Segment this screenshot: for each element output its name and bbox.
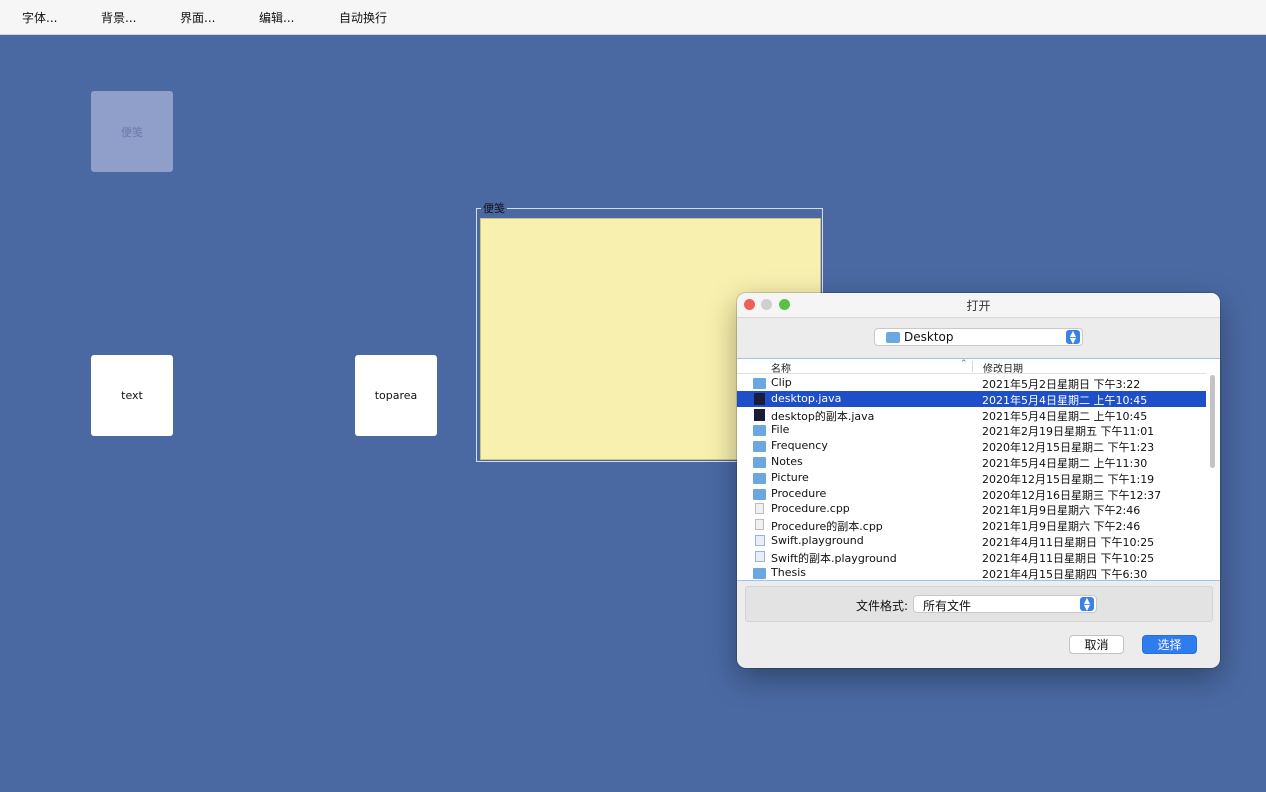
folder-icon [753, 567, 766, 579]
format-label: 文件格式: [856, 599, 909, 613]
open-dialog: 打开 Desktop ▲ ▼ 名称 ⌃ 修改日期 Clip 2021年5月2日星期日… [737, 293, 1220, 668]
file-date: 2021年5月4日星期二 上午10:45 [982, 409, 1148, 423]
file-row[interactable]: Swift.playground 2021年4月11日星期日 下午10:25 [737, 533, 1206, 549]
folder-icon [753, 488, 766, 500]
file-date: 2021年4月11日星期日 下午10:25 [982, 551, 1155, 565]
file-date: 2021年5月4日星期二 上午11:30 [982, 457, 1148, 470]
menu-bar: 字体... 背景... 界面... 编辑... 自动换行 [0, 0, 1266, 35]
format-select-value: 所有文件 [923, 599, 972, 613]
file-row[interactable]: Clip 2021年5月2日星期日 下午3:22 [737, 375, 1206, 391]
file-row[interactable]: desktop的副本.java 2021年5月4日星期二 上午10:45 [737, 407, 1206, 423]
choose-button[interactable]: 选择 [1142, 635, 1197, 654]
menu-font[interactable]: 字体... [22, 9, 57, 26]
dialog-title: 打开 [966, 299, 991, 313]
file-date: 2020年12月15日星期二 下午1:19 [982, 472, 1155, 486]
file-row[interactable]: Thesis 2021年4月15日星期四 下午6:30 [737, 565, 1206, 581]
file-row[interactable]: Picture 2020年12月15日星期二 下午1:19 [737, 470, 1206, 486]
file-date: 2020年12月15日星期二 下午1:23 [982, 441, 1155, 455]
menu-edit[interactable]: 编辑... [259, 9, 294, 26]
file-row[interactable]: File 2021年2月19日星期五 下午11:01 [737, 422, 1206, 438]
folder-icon [753, 457, 766, 468]
file-row[interactable]: Notes 2021年5月4日星期二 上午11:30 [737, 454, 1206, 470]
format-select[interactable]: 所有文件 ▲ ▼ [913, 595, 1097, 613]
column-header-name[interactable]: 名称 [771, 360, 791, 375]
select-stepper-icon: ▲ ▼ [1066, 330, 1080, 345]
file-row[interactable]: Swift的副本.playground 2021年4月11日星期日 下午10:25 [737, 549, 1206, 565]
select-stepper-icon: ▲ ▼ [1080, 597, 1094, 612]
folder-icon [753, 378, 766, 389]
cpp-file-icon [755, 519, 764, 531]
cpp-file-icon [755, 503, 764, 515]
file-date: 2021年4月11日星期日 下午10:25 [982, 536, 1155, 549]
file-name: desktop.java [771, 391, 842, 405]
file-name: Procedure [771, 486, 827, 500]
folder-icon [753, 472, 766, 484]
file-name: Swift.playground [771, 534, 864, 547]
file-row[interactable]: Frequency 2020年12月15日星期二 下午1:23 [737, 438, 1206, 454]
file-list-scrollbar[interactable] [1210, 375, 1215, 468]
file-date: 2021年5月2日星期日 下午3:22 [982, 378, 1141, 391]
file-row[interactable]: Procedure 2020年12月16日星期三 下午12:37 [737, 486, 1206, 502]
file-date: 2021年5月4日星期二 上午10:45 [982, 393, 1148, 407]
folder-icon [886, 332, 900, 343]
cancel-button[interactable]: 取消 [1069, 635, 1124, 654]
file-name: desktop的副本.java [771, 409, 875, 423]
file-date: 2021年2月19日星期五 下午11:01 [982, 425, 1155, 439]
location-label: Desktop [904, 330, 954, 344]
file-name: Frequency [771, 439, 828, 453]
file-name: Procedure.cpp [771, 502, 850, 516]
file-date: 2021年4月15日星期四 下午6:30 [982, 567, 1148, 581]
folder-icon [753, 425, 766, 437]
file-list: 名称 ⌃ 修改日期 Clip 2021年5月2日星期日 下午3:22 desktop… [737, 358, 1220, 581]
menu-auto-wrap[interactable]: 自动换行 [339, 9, 387, 26]
file-date: 2021年1月9日星期六 下午2:46 [982, 520, 1141, 534]
file-name: Notes [771, 455, 803, 468]
column-divider[interactable] [972, 361, 973, 372]
file-date: 2020年12月16日星期三 下午12:37 [982, 488, 1162, 502]
file-name: File [771, 423, 790, 437]
file-name: Swift的副本.playground [771, 551, 897, 565]
file-row[interactable]: Procedure.cpp 2021年1月9日星期六 下午2:46 [737, 501, 1206, 517]
toparea-tile[interactable]: toparea [355, 355, 437, 436]
file-row[interactable]: desktop.java 2021年5月4日星期二 上午10:45 [737, 390, 1206, 407]
sort-ascending-icon: ⌃ [960, 359, 968, 369]
file-row[interactable]: Procedure的副本.cpp 2021年1月9日星期六 下午2:46 [737, 517, 1206, 533]
file-name: Procedure的副本.cpp [771, 520, 883, 534]
java-file-icon [754, 408, 765, 421]
folder-icon [753, 441, 766, 453]
file-name: Clip [771, 376, 792, 389]
format-panel: 文件格式: 所有文件 ▲ ▼ [745, 586, 1213, 622]
file-date: 2021年1月9日星期六 下午2:46 [982, 504, 1141, 518]
playground-file-icon [755, 535, 765, 546]
note-title: 便笺 [481, 202, 507, 215]
menu-background[interactable]: 背景... [101, 9, 136, 26]
menu-interface[interactable]: 界面... [180, 9, 215, 26]
text-tile[interactable]: text [91, 355, 173, 436]
file-name: Thesis [771, 565, 806, 579]
dialog-titlebar[interactable]: 打开 [737, 293, 1220, 318]
location-select[interactable]: Desktop ▲ ▼ [874, 328, 1083, 346]
column-header-date[interactable]: 修改日期 [983, 360, 1023, 375]
note-tile-ghost[interactable]: 便笺 [91, 91, 173, 172]
file-name: Picture [771, 470, 809, 484]
file-list-header: 名称 ⌃ 修改日期 [737, 359, 1206, 375]
java-file-icon [754, 392, 765, 405]
playground-file-icon [755, 550, 765, 562]
